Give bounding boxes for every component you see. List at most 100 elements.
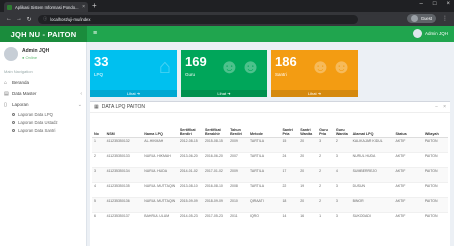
table-cell: 411235350135 xyxy=(104,181,143,197)
header-user-name: Admin JQH xyxy=(424,31,448,36)
table-cell: 6 xyxy=(92,211,105,227)
table-cell: AL-HIKMAH xyxy=(142,136,178,152)
table-cell: SUMBERREJO xyxy=(350,166,394,182)
user-menu[interactable]: Admin JQH xyxy=(412,29,448,38)
table-cell: 3 xyxy=(92,166,105,182)
collapse-icon[interactable]: − xyxy=(435,104,438,110)
table-cell: BAHRUL ULUM xyxy=(142,211,178,227)
table-cell: 19 xyxy=(298,181,318,197)
sidebar-subitem-laporan-santri[interactable]: Laporan Data Santri xyxy=(0,126,86,134)
table-cell: NURUL HUDA xyxy=(350,151,394,167)
column-header[interactable]: Santri Wanita xyxy=(298,123,318,138)
close-tab-icon[interactable]: × xyxy=(82,4,85,10)
column-header[interactable]: Wilayah xyxy=(422,123,448,138)
sidebar-subitem-laporan-lpq[interactable]: Laporan Data LPQ xyxy=(0,110,86,118)
close-icon[interactable]: × xyxy=(443,104,446,110)
table-row: 6 411235350137 BAHRUL ULUM 2014-05-23 2017-0… xyxy=(92,211,448,227)
column-header[interactable]: Sertifikat Berdiri xyxy=(177,123,203,138)
table-cell: TARTILA xyxy=(247,136,281,152)
table-cell: 2009 xyxy=(228,166,248,182)
table-cell: 411235350136 xyxy=(104,196,143,212)
url-input[interactable]: ⓘ localhost/uji-mu/index xyxy=(38,14,358,24)
url-text: localhost/uji-mu/index xyxy=(50,16,91,22)
table-cell: 2015-09-09 xyxy=(177,196,203,212)
table-cell: 411235350134 xyxy=(104,166,143,182)
table-cell: TARTILA xyxy=(247,166,281,182)
table-cell: KALIKAJAR KIDUL xyxy=(350,136,394,152)
sidebar-user-name: Admin JQH xyxy=(22,48,50,54)
maximize-icon[interactable]: □ xyxy=(433,1,437,7)
column-header[interactable]: Status xyxy=(393,123,423,138)
sidebar-subitem-label: Laporan Data Ustadz xyxy=(18,119,58,125)
table-cell: 17 xyxy=(280,166,299,182)
table-cell: 2013-06-20 xyxy=(177,151,203,167)
close-window-icon[interactable]: × xyxy=(446,1,450,7)
new-tab-icon[interactable]: + xyxy=(92,1,97,10)
sidebar-toggle-icon[interactable]: ≡ xyxy=(93,30,97,37)
card-tools: − × xyxy=(435,104,446,110)
table-cell: 2010 xyxy=(228,196,248,212)
sidebar-subitem-laporan-ustadz[interactable]: Laporan Data Ustadz xyxy=(0,118,86,126)
table-cell: TARTILA xyxy=(247,181,281,197)
sidebar-item-label: Laporan xyxy=(12,102,29,107)
file-icon: ▯ xyxy=(4,101,7,108)
profile-button[interactable]: Guest xyxy=(406,14,436,23)
lpq-data-card: ▦ DATA LPQ PAITON − × No NSM Nama LPQ Se… xyxy=(90,101,450,246)
app-logo[interactable]: JQH NU - PAITON xyxy=(0,26,87,42)
table-cell: 2007 xyxy=(228,151,248,167)
table-cell: 4 xyxy=(333,166,351,182)
users-icon: ☻☻ xyxy=(218,56,261,78)
column-header[interactable]: Alamat LPQ xyxy=(350,123,394,138)
sidebar-item-data-master[interactable]: ▤ Data Master ‹ xyxy=(0,88,86,99)
info-box-value: 169 xyxy=(185,54,207,69)
table-cell: 16 xyxy=(298,211,318,227)
browser-menu-icon[interactable]: ⋮ xyxy=(442,15,448,22)
table-cell: 2 xyxy=(317,166,334,182)
forward-icon[interactable]: → xyxy=(14,16,24,22)
table-cell: 2017-05-23 xyxy=(202,211,229,227)
table-cell: 2013-08-10 xyxy=(177,181,203,197)
table-cell: 15 xyxy=(280,136,299,152)
table-cell: 2 xyxy=(92,151,105,167)
column-header[interactable]: Santri Pria xyxy=(280,123,299,138)
table-cell: PAITON xyxy=(422,196,448,212)
app-header: JQH NU - PAITON ≡ Admin JQH xyxy=(0,26,454,42)
table-cell: BINOR xyxy=(350,196,394,212)
column-header[interactable]: NSM xyxy=(104,123,143,138)
main-content: 33 LPQ ⌂ Lihat ➜ 169 Guru ☻☻ Lihat ➜ 186… xyxy=(87,42,454,246)
window-controls: – □ × xyxy=(420,1,450,7)
column-header[interactable]: Nama LPQ xyxy=(142,123,178,138)
info-box-link[interactable]: Lihat ➜ xyxy=(90,90,177,97)
table-cell: 2011 xyxy=(228,211,248,227)
table-cell: 3 xyxy=(333,151,351,167)
column-header[interactable]: Guru Pria xyxy=(317,123,334,138)
table-row: 5 411235350136 NURUL MUTTAQIN 2015-09-09 201… xyxy=(92,196,448,212)
profile-avatar-icon xyxy=(410,15,418,22)
table-cell: 2017-01-02 xyxy=(202,166,229,182)
info-box-value: 33 xyxy=(94,54,109,69)
column-header[interactable]: No xyxy=(92,123,105,138)
back-icon[interactable]: ← xyxy=(4,16,14,22)
table-cell: 14 xyxy=(280,211,299,227)
minimize-icon[interactable]: – xyxy=(420,1,423,7)
browser-tab[interactable]: Aplikasi Sistem Informasi Pondo... × xyxy=(4,2,88,12)
table-cell: 22 xyxy=(280,181,299,197)
sidebar-item-beranda[interactable]: ⌂ Beranda xyxy=(0,77,86,88)
column-header[interactable]: Tahun Berdiri xyxy=(228,123,248,138)
table-cell: 3 xyxy=(333,181,351,197)
column-header[interactable]: Guru Wanita xyxy=(333,123,351,138)
table-cell: 20 xyxy=(298,196,318,212)
info-box-link[interactable]: Lihat ➜ xyxy=(271,90,358,97)
sidebar-user-panel: Admin JQH ● Online xyxy=(0,42,86,66)
table-cell: 2015-08-15 xyxy=(202,136,229,152)
column-header[interactable]: Sertifikat Berakhir xyxy=(202,123,229,138)
reload-icon[interactable]: ↻ xyxy=(24,16,34,23)
info-box-link[interactable]: Lihat ➜ xyxy=(181,90,267,97)
table-cell: 18 xyxy=(280,196,299,212)
column-header[interactable]: Metode xyxy=(247,123,281,138)
table-cell: 2008 xyxy=(228,181,248,197)
table-cell: SUKODADI xyxy=(350,211,394,227)
table-cell: 20 xyxy=(298,151,318,167)
sidebar-item-laporan[interactable]: ▯ Laporan ⌄ xyxy=(0,99,86,110)
sidebar-section-header: Main Navigation xyxy=(4,69,33,74)
